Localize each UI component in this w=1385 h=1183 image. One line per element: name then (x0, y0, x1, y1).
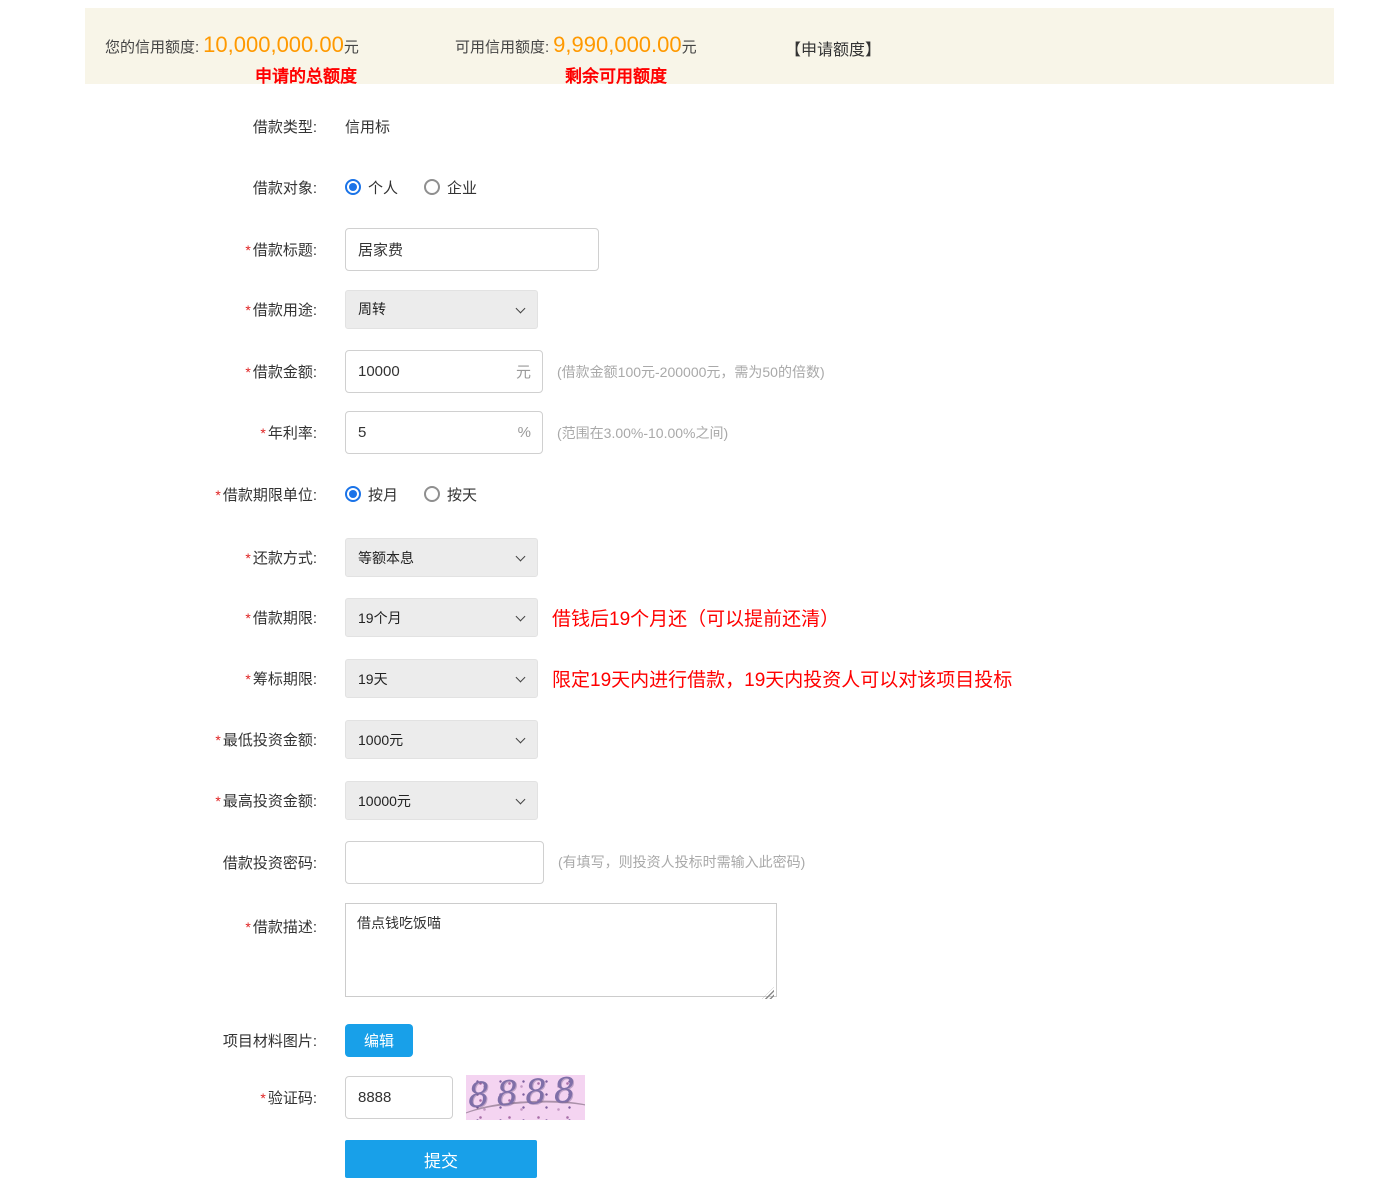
invest-password-label: 借款投资密码: (0, 852, 317, 873)
chevron-down-icon (516, 795, 526, 805)
chevron-down-icon (516, 552, 526, 562)
total-credit-unit: 元 (344, 36, 359, 57)
loan-type-label: 借款类型: (0, 116, 317, 137)
loan-amount-row: *借款金额: 元 (借款金额100元-200000元，需为50的倍数) (0, 350, 1385, 393)
repay-method-select[interactable]: 等额本息 (345, 538, 538, 577)
annual-rate-label: *年利率: (0, 422, 317, 443)
submit-button[interactable]: 提交 (345, 1140, 537, 1178)
loan-title-row: *借款标题: (0, 228, 1385, 271)
radio-selected-icon[interactable] (345, 179, 361, 195)
loan-purpose-select[interactable]: 周转 (345, 290, 538, 329)
credit-summary-bar: 您的信用额度: 10,000,000.00 元 可用信用额度: 9,990,00… (85, 8, 1334, 84)
captcha-label: *验证码: (0, 1087, 317, 1108)
submit-row: 提交 (0, 1140, 1385, 1178)
available-credit-value: 9,990,000.00 (553, 32, 681, 58)
description-textarea[interactable]: 借点钱吃饭喵 (345, 903, 777, 997)
loan-title-label: *借款标题: (0, 239, 317, 260)
loan-amount-input[interactable] (345, 350, 543, 393)
loan-term-select[interactable]: 19个月 (345, 598, 538, 637)
apply-quota-link[interactable]: 【申请额度】 (785, 36, 881, 60)
min-invest-label: *最低投资金额: (0, 729, 317, 750)
annual-rate-input[interactable] (345, 411, 543, 454)
term-unit-row: *借款期限单位: 按月 按天 (0, 474, 1385, 514)
annual-rate-row: *年利率: % (范围在3.00%-10.00%之间) (0, 411, 1385, 454)
invest-password-hint: (有填写，则投资人投标时需输入此密码) (558, 852, 805, 872)
repay-method-label: *还款方式: (0, 547, 317, 568)
chevron-down-icon (516, 612, 526, 622)
loan-term-annotation: 借钱后19个月还（可以提前还清） (552, 604, 839, 631)
radio-by-month[interactable]: 按月 (345, 484, 398, 505)
min-invest-row: *最低投资金额: 1000元 (0, 720, 1385, 759)
radio-individual[interactable]: 个人 (345, 177, 398, 198)
loan-purpose-label: *借款用途: (0, 299, 317, 320)
chevron-down-icon (516, 303, 526, 313)
annual-rate-unit: % (518, 424, 531, 441)
loan-purpose-row: *借款用途: 周转 (0, 289, 1385, 329)
bid-term-select[interactable]: 19天 (345, 659, 538, 698)
chevron-down-icon (516, 734, 526, 744)
total-credit-label: 您的信用额度: (105, 36, 199, 57)
term-unit-label: *借款期限单位: (0, 484, 317, 505)
loan-term-label: *借款期限: (0, 607, 317, 628)
description-row: *借款描述: 借点钱吃饭喵 (0, 903, 1385, 997)
loan-term-row: *借款期限: 19个月 借钱后19个月还（可以提前还清） (0, 598, 1385, 637)
invest-password-row: 借款投资密码: (有填写，则投资人投标时需输入此密码) (0, 840, 1385, 884)
invest-password-input[interactable] (345, 841, 544, 884)
material-label: 项目材料图片: (0, 1030, 317, 1051)
max-invest-select[interactable]: 10000元 (345, 781, 538, 820)
captcha-image[interactable]: 8888 (466, 1075, 585, 1120)
bid-term-label: *筹标期限: (0, 668, 317, 689)
min-invest-select[interactable]: 1000元 (345, 720, 538, 759)
total-credit-value: 10,000,000.00 (203, 32, 344, 58)
captcha-row: *验证码: 8888 (0, 1074, 1385, 1120)
chevron-down-icon (516, 673, 526, 683)
description-label: *借款描述: (0, 903, 317, 937)
captcha-input[interactable] (345, 1076, 453, 1119)
material-row: 项目材料图片: 编辑 (0, 1022, 1385, 1058)
max-invest-row: *最高投资金额: 10000元 (0, 781, 1385, 820)
loan-target-label: 借款对象: (0, 177, 317, 198)
radio-unselected-icon[interactable] (424, 486, 440, 502)
available-credit-unit: 元 (682, 36, 697, 57)
loan-target-row: 借款对象: 个人 企业 (0, 167, 1385, 207)
radio-enterprise[interactable]: 企业 (424, 177, 477, 198)
loan-amount-hint: (借款金额100元-200000元，需为50的倍数) (557, 362, 825, 382)
repay-method-row: *还款方式: 等额本息 (0, 538, 1385, 577)
annotation-remaining-quota: 剩余可用额度 (565, 62, 667, 87)
radio-by-day[interactable]: 按天 (424, 484, 477, 505)
loan-amount-unit: 元 (516, 361, 531, 382)
radio-selected-icon[interactable] (345, 486, 361, 502)
loan-type-value: 信用标 (345, 116, 390, 137)
loan-type-row: 借款类型: 信用标 (0, 106, 1385, 146)
max-invest-label: *最高投资金额: (0, 790, 317, 811)
annual-rate-hint: (范围在3.00%-10.00%之间) (557, 423, 728, 443)
loan-amount-label: *借款金额: (0, 361, 317, 382)
bid-term-row: *筹标期限: 19天 限定19天内进行借款，19天内投资人可以对该项目投标 (0, 659, 1385, 698)
bid-term-annotation: 限定19天内进行借款，19天内投资人可以对该项目投标 (552, 665, 1012, 692)
edit-material-button[interactable]: 编辑 (345, 1024, 413, 1057)
annotation-total-quota: 申请的总额度 (255, 62, 357, 87)
radio-unselected-icon[interactable] (424, 179, 440, 195)
total-credit-group: 您的信用额度: 10,000,000.00 元 (105, 32, 359, 58)
loan-title-input[interactable] (345, 228, 599, 271)
available-credit-label: 可用信用额度: (455, 36, 549, 57)
available-credit-group: 可用信用额度: 9,990,000.00 元 (455, 32, 697, 58)
